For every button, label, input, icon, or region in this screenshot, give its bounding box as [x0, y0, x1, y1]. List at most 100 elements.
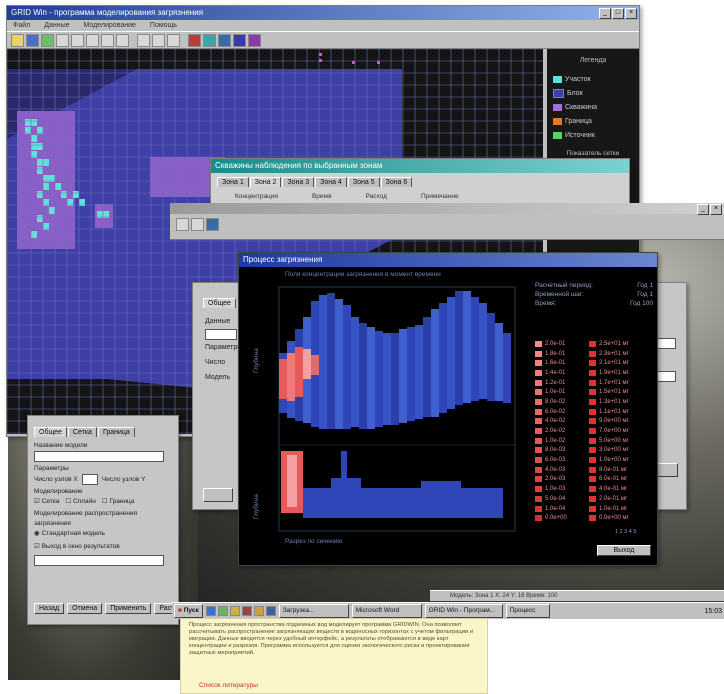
layers-icon[interactable]: [218, 33, 231, 47]
minimize-button[interactable]: _: [599, 8, 611, 19]
print-icon[interactable]: [137, 33, 150, 47]
scale-left-label: 6.0e-02: [545, 408, 566, 415]
settings-ok-button[interactable]: [203, 488, 233, 502]
section-step-2: [421, 481, 461, 491]
params-nodes-x-field[interactable]: [81, 474, 98, 485]
params-tab-grid[interactable]: Сетка: [67, 427, 97, 437]
menu-modeling[interactable]: Моделирование: [84, 20, 136, 31]
maximize-button[interactable]: □: [612, 8, 624, 19]
settings-field-1[interactable]: [205, 329, 237, 340]
start-button[interactable]: ■ Пуск: [174, 604, 203, 618]
params-cancel-button[interactable]: Отмена: [67, 603, 103, 614]
scale-swatch: [535, 457, 542, 464]
scale-right-label: 9.0e+00 мг: [599, 418, 629, 425]
scale-left-label: 1.4e-01: [545, 369, 566, 376]
scale-swatch: [589, 408, 596, 415]
scale-right-label: 2.1e+01 мг: [599, 360, 629, 367]
scale-swatch: [589, 437, 596, 444]
scale-right-label: 2.0e-01 мг: [599, 495, 628, 502]
scale-left-label: 5.0e-04: [545, 495, 566, 502]
params-field-2[interactable]: [34, 555, 164, 566]
well-cell: [31, 119, 37, 126]
app-open-icon[interactable]: [176, 218, 189, 231]
params-model-name-label: Название модели: [34, 442, 88, 449]
flag-icon[interactable]: [188, 33, 201, 47]
concentration-map[interactable]: [271, 283, 521, 533]
axis-label-bottom: Глубина: [253, 494, 260, 519]
params-apply-button[interactable]: Применить: [105, 603, 152, 614]
scale-right-label: 8.0e-01 мг: [599, 466, 628, 473]
scale-swatch: [589, 418, 596, 425]
taskbar-item-2[interactable]: Microsoft Word: [351, 604, 422, 618]
zoom-icon[interactable]: [101, 33, 114, 47]
scale-left-label: 8.0e-03: [545, 447, 566, 454]
well-cell: [31, 143, 37, 150]
check-spline[interactable]: ☐ Сплайн: [65, 497, 95, 507]
legend-item-source: Источник: [553, 128, 639, 142]
tab-zone-1[interactable]: Зона 1: [217, 177, 249, 187]
app-close-button[interactable]: ×: [710, 204, 722, 215]
tab-zone-4[interactable]: Зона 4: [315, 177, 347, 187]
open-icon[interactable]: [11, 33, 24, 47]
scale-swatch: [535, 369, 542, 376]
cut-icon[interactable]: [56, 33, 69, 47]
taskbar-item-1[interactable]: Загрузка...: [278, 604, 349, 618]
copy-icon[interactable]: [71, 33, 84, 47]
scale-right-label: 2.5e+01 мг: [599, 340, 629, 347]
scale-left-label: 1.0e-03: [545, 486, 566, 493]
params-tab-boundary[interactable]: Граница: [97, 427, 135, 437]
settings-tab-general[interactable]: Общее: [203, 298, 236, 308]
plume-column: [439, 303, 447, 413]
check-grid[interactable]: ☑ Сетка: [34, 497, 59, 507]
well-cell: [31, 135, 37, 142]
quicklaunch-ie-icon[interactable]: [205, 606, 216, 616]
taskbar-item-3[interactable]: GRID Win - Програм...: [424, 604, 503, 618]
tab-zone-2[interactable]: Зона 2: [249, 177, 282, 187]
quicklaunch-desktop-icon[interactable]: [217, 606, 228, 616]
save-icon[interactable]: [26, 33, 39, 47]
scale-left-label: 0.0e+00: [545, 515, 567, 522]
app-model-icon[interactable]: [206, 218, 219, 231]
model-close-button[interactable]: Выход: [597, 545, 651, 556]
app-minimize-button[interactable]: _: [697, 204, 709, 215]
document-link[interactable]: Список литературы: [199, 682, 258, 689]
tab-zone-6[interactable]: Зона 6: [380, 177, 413, 187]
close-button[interactable]: ×: [625, 8, 637, 19]
help-icon[interactable]: [167, 33, 180, 47]
tab-zone-3[interactable]: Зона 3: [282, 177, 315, 187]
app-save-icon[interactable]: [191, 218, 204, 231]
plume-column: [479, 303, 487, 399]
plume-column: [463, 291, 471, 403]
tab-zone-5[interactable]: Зона 5: [347, 177, 380, 187]
menu-file[interactable]: Файл: [13, 20, 30, 31]
menu-help[interactable]: Помощь: [150, 20, 177, 31]
params-tab-general[interactable]: Общее: [34, 427, 67, 437]
table-icon[interactable]: [233, 33, 246, 47]
select-icon[interactable]: [116, 33, 129, 47]
quicklaunch-mail-icon[interactable]: [229, 606, 240, 616]
quicklaunch-app-icon[interactable]: [265, 606, 276, 616]
scale-left-row: 2.0e-02: [535, 426, 567, 436]
scale-left-label: 4.0e-03: [545, 466, 566, 473]
scale-left-row: 5.0e-04: [535, 494, 567, 504]
chart-icon[interactable]: [152, 33, 165, 47]
check-boundary[interactable]: ☐ Граница: [102, 497, 135, 507]
params-model-name-field[interactable]: [34, 451, 164, 462]
grid-icon[interactable]: [41, 33, 54, 47]
model-section-bottom-label: Разрез по сечению: [285, 538, 343, 545]
scale-left-row: 4.0e-03: [535, 465, 567, 475]
params-radio-standard[interactable]: ◉ Стандартная модель: [34, 529, 172, 539]
taskbar-item-4[interactable]: Процесс: [505, 604, 550, 618]
quicklaunch-media-icon[interactable]: [241, 606, 252, 616]
model-app-frame: _ ×: [170, 203, 724, 240]
menu-data[interactable]: Данные: [44, 20, 69, 31]
model-icon[interactable]: [203, 33, 216, 47]
scale-swatch: [589, 476, 596, 483]
params-note-2[interactable]: ☑ Выход в окно результатов: [34, 542, 172, 552]
run-icon[interactable]: [248, 33, 261, 47]
quicklaunch-folder-icon[interactable]: [253, 606, 264, 616]
scale-left-label: 8.0e-02: [545, 398, 566, 405]
params-back-button[interactable]: Назад: [34, 603, 65, 614]
scale-left-label: 2.0e-02: [545, 428, 566, 435]
paste-icon[interactable]: [86, 33, 99, 47]
